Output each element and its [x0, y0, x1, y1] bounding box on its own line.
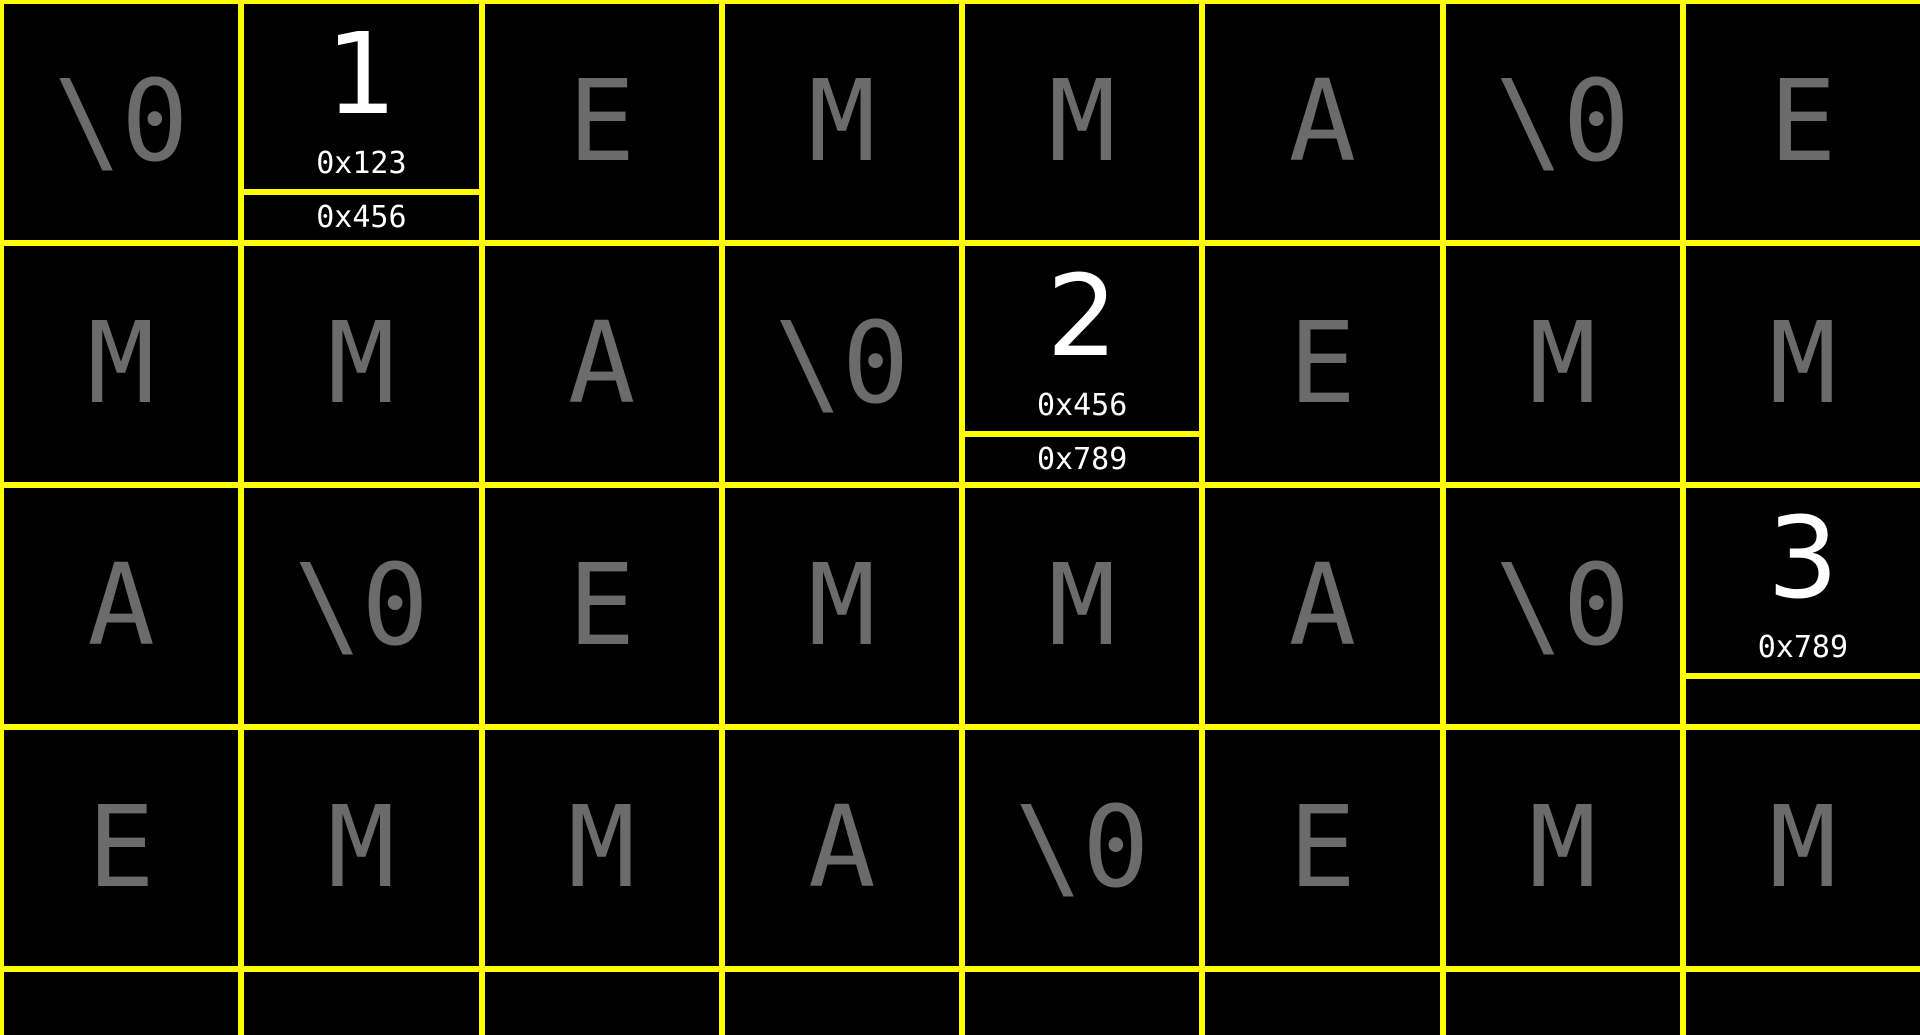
node-address: 0x456 — [1036, 388, 1128, 423]
memory-cell: M — [965, 488, 1200, 724]
memory-cell-empty — [1445, 972, 1680, 1035]
node-address: 0x123 — [316, 146, 407, 181]
memory-cell: \0 — [724, 246, 959, 482]
linked-list-node: 2 0x456 0x789 — [965, 246, 1200, 482]
memory-cell: E — [484, 488, 719, 724]
memory-cell: M — [244, 730, 479, 966]
memory-cell: A — [724, 730, 959, 966]
memory-cell: A — [1205, 4, 1440, 240]
memory-cell-char: A — [87, 541, 155, 671]
memory-cell: M — [1445, 730, 1680, 966]
memory-cell: M — [484, 730, 719, 966]
memory-cell-char: M — [327, 299, 396, 429]
node-header: 3 0x789 — [1686, 488, 1920, 673]
node-next-pointer: 0x456 — [316, 199, 407, 235]
memory-cell-char: \0 — [1495, 57, 1631, 187]
memory-cell-char: M — [1528, 299, 1597, 429]
memory-cell-char: \0 — [1495, 541, 1631, 671]
memory-cell-char: M — [87, 299, 155, 429]
memory-cell-empty — [965, 972, 1200, 1035]
memory-cell-char: M — [1528, 783, 1597, 913]
memory-cell: E — [4, 730, 239, 966]
memory-cell-char: \0 — [293, 541, 429, 671]
memory-cell-empty — [244, 972, 479, 1035]
memory-cell-char: M — [808, 541, 876, 671]
memory-cell-char: A — [1288, 541, 1357, 671]
linked-list-node: 3 0x789 — [1685, 488, 1920, 724]
memory-cell-char: A — [567, 299, 636, 429]
memory-cell: M — [244, 246, 479, 482]
memory-cell-char: E — [567, 541, 636, 671]
memory-cell: \0 — [4, 4, 239, 240]
node-index: 2 — [1046, 252, 1118, 382]
memory-cell-char: \0 — [774, 299, 910, 429]
memory-cell: \0 — [1445, 4, 1680, 240]
node-header: 2 0x456 — [965, 246, 1199, 431]
linked-list-node: 1 0x123 0x456 — [244, 4, 479, 240]
memory-cell: \0 — [244, 488, 479, 724]
memory-cell: M — [1445, 246, 1680, 482]
node-next-pointer — [1686, 679, 1920, 724]
memory-cell-char: E — [87, 783, 155, 913]
memory-cell-char: \0 — [53, 57, 189, 187]
memory-cell-empty — [1685, 972, 1920, 1035]
memory-cell-char: M — [1769, 783, 1837, 913]
memory-cell-empty — [4, 972, 239, 1035]
memory-cell-char: \0 — [1014, 783, 1150, 913]
memory-cell: E — [1205, 730, 1440, 966]
memory-cell-char: M — [808, 57, 876, 187]
memory-cell-empty — [724, 972, 959, 1035]
memory-cell: M — [724, 4, 959, 240]
memory-cell-char: E — [1288, 783, 1357, 913]
memory-cell: \0 — [1445, 488, 1680, 724]
node-next-pointer: 0x789 — [1036, 441, 1128, 477]
memory-cell: E — [1205, 246, 1440, 482]
memory-cell: M — [1685, 246, 1920, 482]
memory-cell: A — [484, 246, 719, 482]
memory-cell: \0 — [965, 730, 1200, 966]
memory-cell-char: E — [567, 57, 636, 187]
memory-cell: M — [1685, 730, 1920, 966]
memory-cell-char: A — [808, 783, 876, 913]
memory-cell: E — [1685, 4, 1920, 240]
memory-cell: M — [4, 246, 239, 482]
node-header: 1 0x123 — [244, 4, 478, 189]
memory-cell-empty — [1205, 972, 1440, 1035]
node-index: 1 — [325, 10, 397, 140]
memory-cell-empty — [484, 972, 719, 1035]
memory-cell-char: M — [1048, 541, 1116, 671]
memory-cell: E — [484, 4, 719, 240]
memory-cell: M — [965, 4, 1200, 240]
memory-cell-char: E — [1769, 57, 1837, 187]
memory-cell-char: M — [567, 783, 636, 913]
memory-cell-char: M — [1048, 57, 1116, 187]
node-address: 0x789 — [1757, 630, 1849, 665]
memory-cell: A — [4, 488, 239, 724]
memory-cell-char: A — [1288, 57, 1357, 187]
memory-grid: \0 1 0x123 0x456 E M M A \0 E M M A \0 2 0x456 0x789 E M M A… — [0, 0, 1920, 1035]
node-index: 3 — [1767, 494, 1839, 624]
memory-cell-char: M — [1769, 299, 1837, 429]
memory-cell: A — [1205, 488, 1440, 724]
memory-cell-char: M — [327, 783, 396, 913]
memory-cell: M — [724, 488, 959, 724]
memory-cell-char: E — [1288, 299, 1357, 429]
